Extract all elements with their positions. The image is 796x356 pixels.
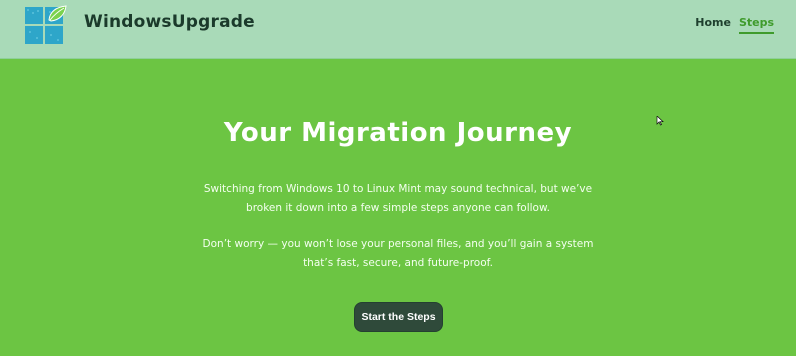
site-header: WindowsUpgrade Home Steps (0, 0, 796, 59)
windows-leaf-logo-icon[interactable] (24, 4, 68, 48)
hero-title: Your Migration Journey (223, 118, 573, 148)
hero-paragraph-1: Switching from Windows 10 to Linux Mint … (203, 182, 593, 214)
nav-link-home[interactable]: Home (695, 16, 731, 34)
site-brand[interactable]: WindowsUpgrade (84, 12, 255, 32)
nav-link-steps[interactable]: Steps (738, 16, 774, 34)
hero-paragraph-2: Don’t worry — you won’t lose your person… (202, 237, 594, 269)
hero-section: Your Migration Journey (0, 118, 796, 148)
main-nav: Home Steps (695, 16, 774, 34)
start-the-steps-button[interactable]: Start the Steps (354, 302, 443, 332)
mouse-pointer-icon (656, 111, 664, 126)
